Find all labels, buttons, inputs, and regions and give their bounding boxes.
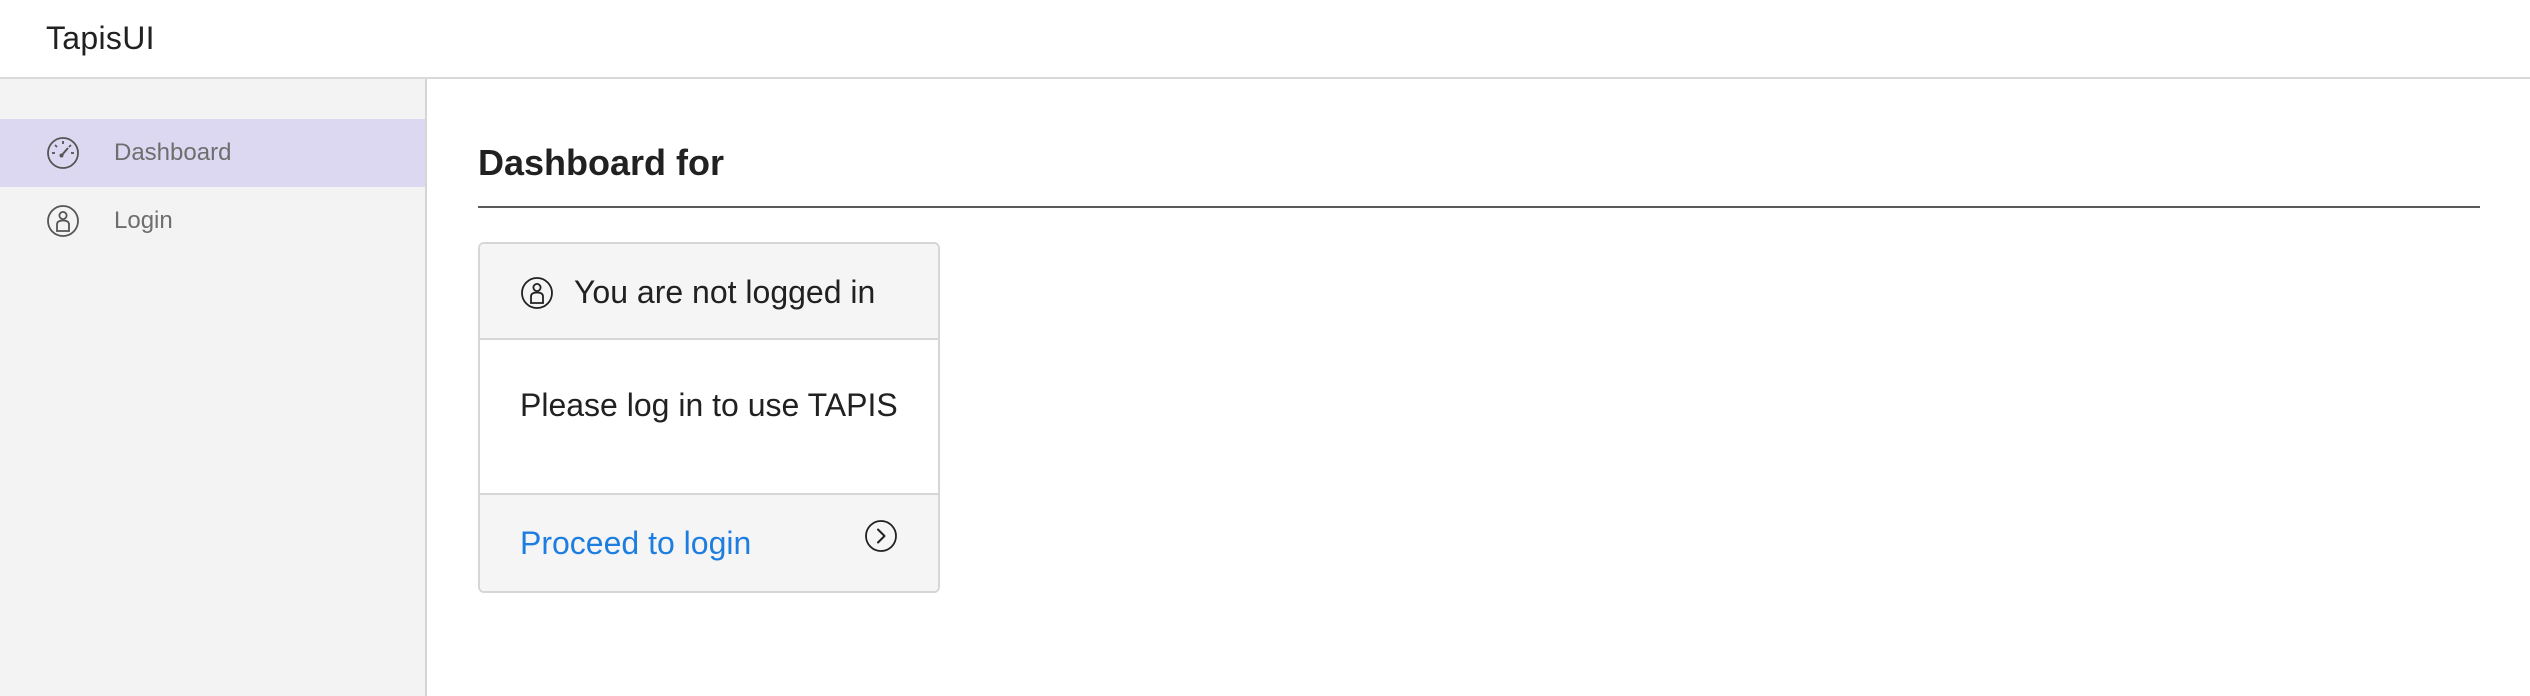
top-navbar: TapisUI: [0, 0, 2530, 79]
card-header-text: You are not logged in: [574, 274, 876, 310]
card-footer: Proceed to login: [480, 493, 938, 591]
proceed-to-login-link[interactable]: Proceed to login: [520, 525, 751, 562]
card-body-text: Please log in to use TAPIS: [520, 387, 898, 423]
login-status-card: You are not logged in Please log in to u…: [478, 242, 940, 593]
sidebar: Dashboard Login: [0, 79, 427, 696]
sidebar-item-login[interactable]: Login: [0, 187, 425, 255]
chevron-right-circle-icon[interactable]: [864, 519, 898, 553]
dashboard-icon: [46, 136, 80, 170]
user-circle-icon: [46, 204, 80, 238]
app-title[interactable]: TapisUI: [46, 20, 155, 57]
page-title: Dashboard for: [478, 142, 725, 183]
user-circle-icon: [520, 276, 554, 310]
card-body: Please log in to use TAPIS: [480, 342, 938, 493]
sidebar-item-label: Login: [114, 207, 173, 234]
card-header: You are not logged in: [480, 244, 938, 340]
title-divider: [478, 206, 2480, 208]
sidebar-item-label: Dashboard: [114, 139, 232, 166]
sidebar-item-dashboard[interactable]: Dashboard: [0, 119, 425, 187]
